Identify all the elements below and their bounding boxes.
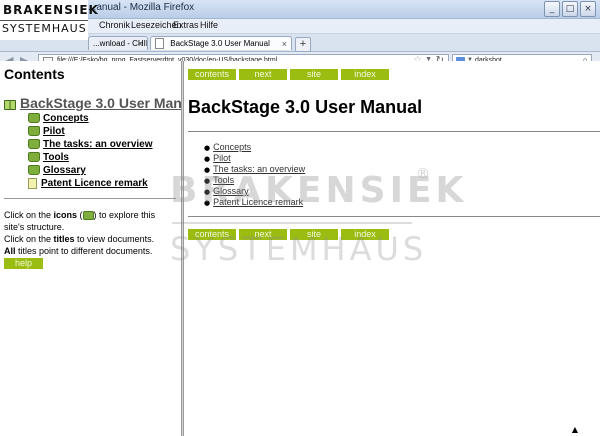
toc-item-glossary: Glossary [28,164,153,177]
page-title: BackStage 3.0 User Manual [188,97,423,117]
help-text-fragment: Click on the [4,210,54,220]
minimize-button[interactable]: _ [544,1,560,17]
index-button[interactable]: index [341,69,389,80]
document-link-list: Concepts Pilot The tasks: an overview To… [204,142,305,208]
doc-link-pilot[interactable]: Pilot [213,153,231,163]
folder-icon[interactable] [28,139,40,150]
logo-divider [0,20,88,21]
help-text-fragment: Click on the [4,234,54,244]
folder-icon[interactable] [28,113,40,124]
help-text-fragment: to view documents. [74,234,155,244]
contents-button[interactable]: contents [188,229,236,240]
divider [188,131,600,132]
doc-link-patent[interactable]: Patent Licence remark [213,197,303,207]
toc-link-glossary[interactable]: Glossary [43,165,86,176]
toc-item-pilot: Pilot [28,125,153,138]
new-tab-button[interactable]: + [295,37,311,52]
help-line-2: site's structure. [4,222,65,232]
maximize-button[interactable]: □ [562,1,578,17]
help-text-fragment: ) to explore this [93,210,156,220]
tab-backstage-manual[interactable]: BackStage 3.0 User Manual × [150,36,292,50]
next-button[interactable]: next [239,69,287,80]
list-item: Glossary [204,186,305,197]
list-item: Patent Licence remark [204,197,305,208]
tab-close-icon[interactable]: × [282,37,287,50]
folder-icon[interactable] [28,126,40,137]
help-text-bold: icons [53,210,78,220]
toc-item-concepts: Concepts [28,112,153,125]
menu-extras[interactable]: Extras [173,20,199,30]
help-line-1: Click on the icons ( ) to explore this [4,209,155,221]
doc-link-tools[interactable]: Tools [213,175,234,185]
toc-link-concepts[interactable]: Concepts [43,113,89,124]
divider [188,216,600,217]
contents-heading: Contents [4,66,65,82]
list-item: Concepts [204,142,305,153]
toc-root-link[interactable]: BackStage 3.0 User Manual [20,95,181,111]
help-text-bold: All [4,246,16,256]
toc-item-tools: Tools [28,151,153,164]
toc-link-patent[interactable]: Patent Licence remark [41,178,148,189]
contents-button[interactable]: contents [188,69,236,80]
toc-link-tools[interactable]: Tools [43,152,69,163]
page-icon[interactable] [28,177,37,189]
menu-hilfe[interactable]: Hilfe [200,20,218,30]
toc-list: Concepts Pilot The tasks: an overview To… [28,112,153,190]
toc-link-tasks[interactable]: The tasks: an overview [43,139,153,150]
logo-text-bottom: SYSTEMHAUS [2,22,87,35]
menu-bar: Chronik Lesezeichen Extras Hilfe [0,19,600,34]
logo-text-top: BRAKENSIEK [3,3,99,17]
site-button[interactable]: site [290,69,338,80]
top-nav-buttons: contents next site index [188,69,389,80]
tab-label: BackStage 3.0 User Manual [170,39,270,48]
window-title: ...anual - Mozilla Firefox [88,2,195,13]
help-text-fragment: titles point to different documents. [15,246,153,256]
tab-close-icon[interactable]: × [138,37,143,50]
help-text: Click on the icons ( ) to explore this si… [4,209,155,257]
doc-link-glossary[interactable]: Glossary [213,186,249,196]
book-icon[interactable] [4,100,16,111]
list-item: The tasks: an overview [204,164,305,175]
document-frame: contents next site index BackStage 3.0 U… [184,61,600,436]
folder-icon[interactable] [28,165,40,176]
bottom-nav-buttons: contents next site index [188,229,389,240]
help-button[interactable]: help [4,258,43,269]
scroll-up-arrow-icon[interactable]: ▲ [572,425,578,434]
folder-icon[interactable] [28,152,40,163]
tab-chip-download[interactable]: ...wnload - CHIP... × [88,36,148,50]
divider [4,198,176,199]
list-item: Pilot [204,153,305,164]
doc-link-concepts[interactable]: Concepts [213,142,251,152]
next-button[interactable]: next [239,229,287,240]
toc-link-pilot[interactable]: Pilot [43,126,65,137]
brakensiek-logo: BRAKENSIEK SYSTEMHAUS [0,0,98,40]
page-icon [155,38,164,50]
list-item: Tools [204,175,305,186]
folder-icon [82,211,94,221]
help-text-bold: titles [53,234,75,244]
window-controls: _ □ × [544,1,596,17]
help-line-3: Click on the titles to view documents. [4,233,155,245]
tab-bar: ...wnload - CHIP... × BackStage 3.0 User… [0,34,600,52]
help-text-fragment: ( [77,210,83,220]
contents-frame: Contents BackStage 3.0 User Manual Conce… [0,61,181,436]
doc-link-tasks[interactable]: The tasks: an overview [213,164,305,174]
menu-chronik[interactable]: Chronik [99,20,130,30]
toc-item-patent: Patent Licence remark [28,177,153,190]
index-button[interactable]: index [341,229,389,240]
toc-root-item: BackStage 3.0 User Manual [4,95,181,111]
toc-item-tasks: The tasks: an overview [28,138,153,151]
help-line-4: All titles point to different documents. [4,245,155,257]
close-window-button[interactable]: × [580,1,596,17]
site-button[interactable]: site [290,229,338,240]
